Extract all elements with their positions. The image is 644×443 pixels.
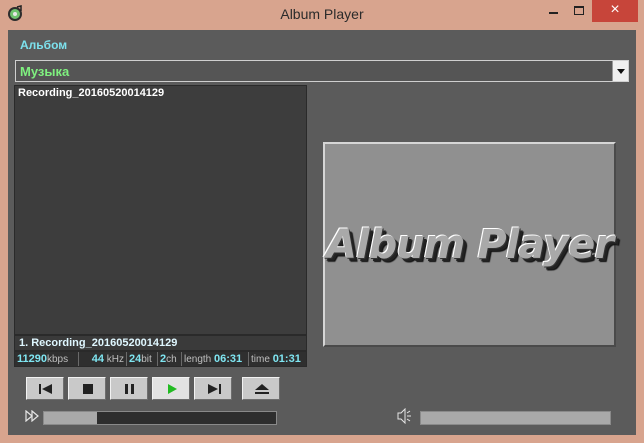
minimize-icon <box>549 12 558 14</box>
fast-forward-icon[interactable] <box>25 410 39 422</box>
previous-button[interactable] <box>26 377 64 400</box>
album-art: Album Player <box>323 142 616 347</box>
next-icon <box>208 384 221 394</box>
playlist-item[interactable]: Recording_20160520014129 <box>18 87 164 99</box>
bitrate-value: 11290 <box>17 353 47 365</box>
length-value: 06:31 <box>214 353 243 365</box>
channels-cell: 2ch <box>158 352 182 366</box>
next-button[interactable] <box>194 377 232 400</box>
seek-slider[interactable] <box>43 411 277 425</box>
player-panel: Альбом Музыка Recording_20160520014129 1… <box>8 30 636 435</box>
close-button[interactable]: × <box>592 0 638 22</box>
bitrate-cell: 11290kbps <box>15 352 79 366</box>
pause-icon <box>125 384 134 394</box>
sample-rate-cell: 44 kHz <box>79 352 127 366</box>
sample-rate-value: 44 <box>91 353 104 365</box>
track-info-row: 11290kbps 44 kHz 24bit 2ch length 06:31 … <box>14 351 307 367</box>
pause-button[interactable] <box>110 377 148 400</box>
playlist[interactable]: Recording_20160520014129 <box>14 85 307 335</box>
length-label: length <box>184 354 212 365</box>
now-playing-title: 1. Recording_20160520014129 <box>19 337 178 349</box>
album-label: Альбом <box>20 38 68 52</box>
volume-slider[interactable] <box>420 411 611 425</box>
bits-unit: bit <box>141 354 152 365</box>
eject-button[interactable] <box>242 377 280 400</box>
now-playing-title-row: 1. Recording_20160520014129 <box>14 335 307 351</box>
chevron-down-icon[interactable] <box>612 61 628 81</box>
bits-value: 24 <box>129 353 142 365</box>
sample-rate-unit: kHz <box>106 354 124 365</box>
time-cell: time 01:31 <box>249 352 306 366</box>
time-value: 01:31 <box>272 353 301 365</box>
album-art-logo: Album Player <box>325 222 614 268</box>
maximize-icon <box>574 6 584 15</box>
play-icon <box>168 384 177 394</box>
stop-icon <box>83 384 93 394</box>
album-dropdown[interactable]: Музыка <box>15 60 629 82</box>
volume-level <box>421 412 610 424</box>
bits-cell: 24bit <box>127 352 158 366</box>
play-button[interactable] <box>152 377 190 400</box>
maximize-button[interactable] <box>566 0 592 22</box>
prev-icon <box>39 384 52 394</box>
bitrate-unit: kbps <box>46 354 69 365</box>
time-label: time <box>251 354 270 365</box>
eject-icon <box>255 384 269 394</box>
channels-unit: ch <box>166 354 177 365</box>
speaker-icon[interactable] <box>396 408 414 424</box>
minimize-button[interactable] <box>540 0 566 22</box>
stop-button[interactable] <box>68 377 106 400</box>
seek-progress <box>44 412 98 424</box>
title-bar: Album Player × <box>0 0 644 30</box>
album-dropdown-value: Музыка <box>20 64 70 79</box>
length-cell: length 06:31 <box>182 352 249 366</box>
